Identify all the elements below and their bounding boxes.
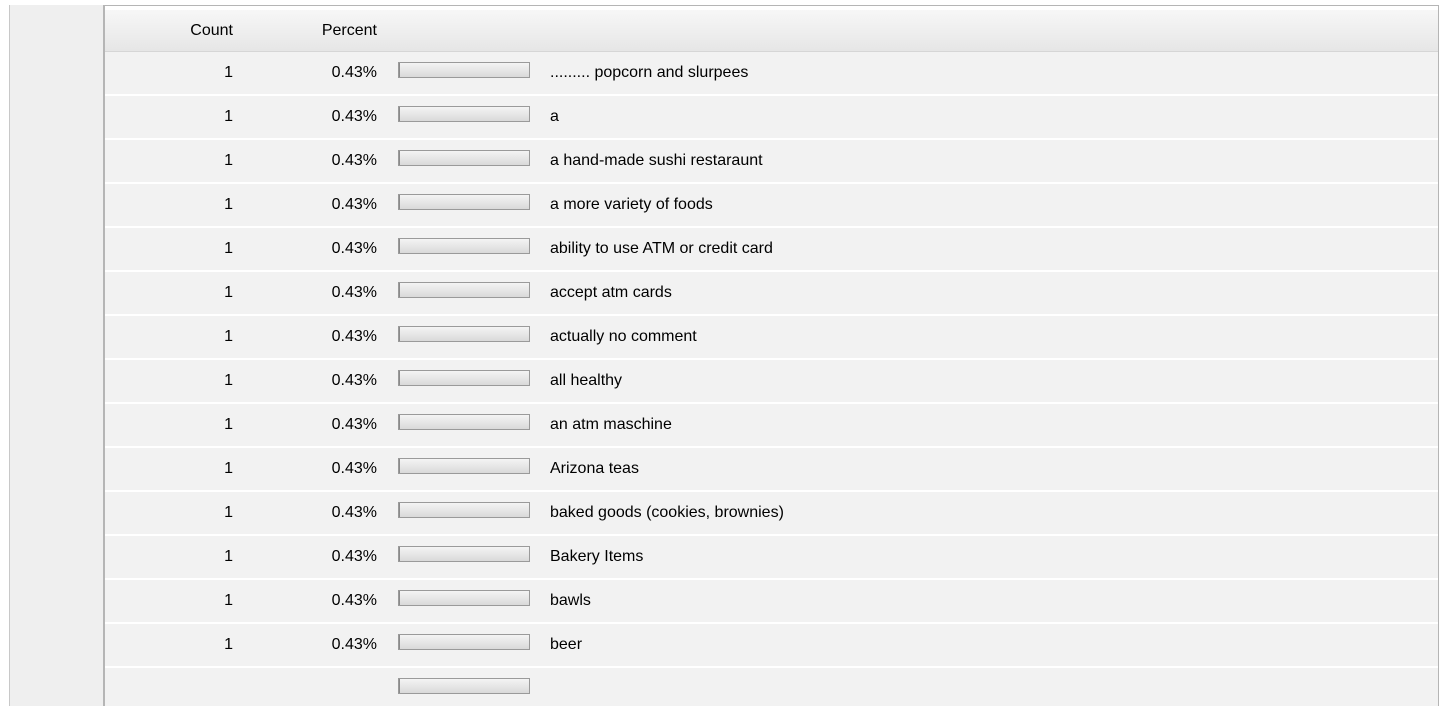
response-text-cell: bawls: [550, 592, 591, 609]
percent-cell: 0.43%: [331, 64, 377, 81]
percent-cell: 0.43%: [331, 284, 377, 301]
percent-bar-fill: [399, 503, 400, 517]
percent-bar-fill: [399, 547, 400, 561]
percent-bar: [398, 634, 530, 650]
percent-bar: [398, 414, 530, 430]
count-cell: 1: [224, 284, 233, 301]
count-cell: 1: [224, 592, 233, 609]
table-row: 1 0.43% beer: [105, 624, 1438, 668]
response-text-cell: a: [550, 108, 559, 125]
percent-bar-fill: [399, 415, 400, 429]
table-row: 1 0.43% all healthy: [105, 360, 1438, 404]
percent-bar-fill: [399, 63, 400, 77]
table-header-row: Count Percent: [105, 10, 1438, 52]
response-table: Count Percent 1 0.43% ......... popcorn an…: [103, 5, 1439, 706]
percent-bar-fill: [399, 151, 400, 165]
percent-cell: 0.43%: [331, 548, 377, 565]
response-text-cell: a more variety of foods: [550, 196, 713, 213]
percent-bar-fill: [399, 679, 400, 693]
response-text-cell: all healthy: [550, 372, 623, 389]
results-page: Count Percent 1 0.43% ......... popcorn an…: [0, 0, 1448, 706]
table-body: 1 0.43% ......... popcorn and slurpees 1 0.4…: [105, 52, 1438, 706]
response-text-cell: beer: [550, 636, 583, 653]
percent-bar: [398, 590, 530, 606]
percent-bar: [398, 458, 530, 474]
response-text-cell: accept atm cards: [550, 284, 672, 301]
count-cell: 1: [224, 548, 233, 565]
count-cell: 1: [224, 108, 233, 125]
percent-cell: 0.43%: [331, 152, 377, 169]
response-text-cell: actually no comment: [550, 328, 697, 345]
percent-bar: [398, 238, 530, 254]
percent-bar-fill: [399, 107, 400, 121]
count-cell: 1: [224, 416, 233, 433]
count-cell: 1: [224, 636, 233, 653]
response-text-cell: ......... popcorn and slurpees: [550, 64, 749, 81]
table-row: 1 0.43% a hand-made sushi restaraunt: [105, 140, 1438, 184]
table-row: [105, 668, 1438, 706]
percent-cell: 0.43%: [331, 592, 377, 609]
count-cell: 1: [224, 64, 233, 81]
response-text-cell: a hand-made sushi restaraunt: [550, 152, 763, 169]
table-row: 1 0.43% an atm maschine: [105, 404, 1438, 448]
percent-cell: 0.43%: [331, 108, 377, 125]
response-text-cell: Arizona teas: [550, 460, 639, 477]
table-row: 1 0.43% baked goods (cookies, brownies): [105, 492, 1438, 536]
percent-bar-fill: [399, 195, 400, 209]
percent-cell: 0.43%: [331, 196, 377, 213]
percent-bar-fill: [399, 591, 400, 605]
percent-cell: 0.43%: [331, 328, 377, 345]
percent-cell: 0.43%: [331, 372, 377, 389]
response-text-cell: an atm maschine: [550, 416, 672, 433]
count-cell: 1: [224, 372, 233, 389]
percent-bar: [398, 62, 530, 78]
response-text-cell: baked goods (cookies, brownies): [550, 504, 784, 521]
table-row: 1 0.43% ......... popcorn and slurpees: [105, 52, 1438, 96]
table-row: 1 0.43% Bakery Items: [105, 536, 1438, 580]
table-row: 1 0.43% accept atm cards: [105, 272, 1438, 316]
count-cell: 1: [224, 240, 233, 257]
percent-column-header: Percent: [321, 22, 377, 39]
percent-cell: 0.43%: [331, 636, 377, 653]
percent-bar: [398, 502, 530, 518]
count-cell: 1: [224, 152, 233, 169]
percent-cell: 0.43%: [331, 504, 377, 521]
count-cell: 1: [224, 460, 233, 477]
count-column-header: Count: [190, 22, 233, 39]
percent-bar: [398, 678, 530, 694]
table-row: 1 0.43% Arizona teas: [105, 448, 1438, 492]
table-row: 1 0.43% actually no comment: [105, 316, 1438, 360]
count-cell: 1: [224, 196, 233, 213]
percent-bar: [398, 194, 530, 210]
count-cell: 1: [224, 504, 233, 521]
percent-bar: [398, 150, 530, 166]
response-text-cell: Bakery Items: [550, 548, 644, 565]
count-cell: 1: [224, 328, 233, 345]
table-row: 1 0.43% bawls: [105, 580, 1438, 624]
left-margin-panel: [9, 5, 103, 706]
table-row: 1 0.43% ability to use ATM or credit card: [105, 228, 1438, 272]
percent-cell: 0.43%: [331, 416, 377, 433]
percent-bar: [398, 282, 530, 298]
percent-bar-fill: [399, 327, 400, 341]
response-text-cell: ability to use ATM or credit card: [550, 240, 773, 257]
table-row: 1 0.43% a more variety of foods: [105, 184, 1438, 228]
percent-bar: [398, 370, 530, 386]
percent-bar-fill: [399, 635, 400, 649]
percent-bar-fill: [399, 283, 400, 297]
percent-bar-fill: [399, 371, 400, 385]
percent-bar-fill: [399, 239, 400, 253]
percent-cell: 0.43%: [331, 460, 377, 477]
percent-bar: [398, 546, 530, 562]
table-row: 1 0.43% a: [105, 96, 1438, 140]
percent-bar: [398, 106, 530, 122]
percent-bar-fill: [399, 459, 400, 473]
percent-bar: [398, 326, 530, 342]
percent-cell: 0.43%: [331, 240, 377, 257]
